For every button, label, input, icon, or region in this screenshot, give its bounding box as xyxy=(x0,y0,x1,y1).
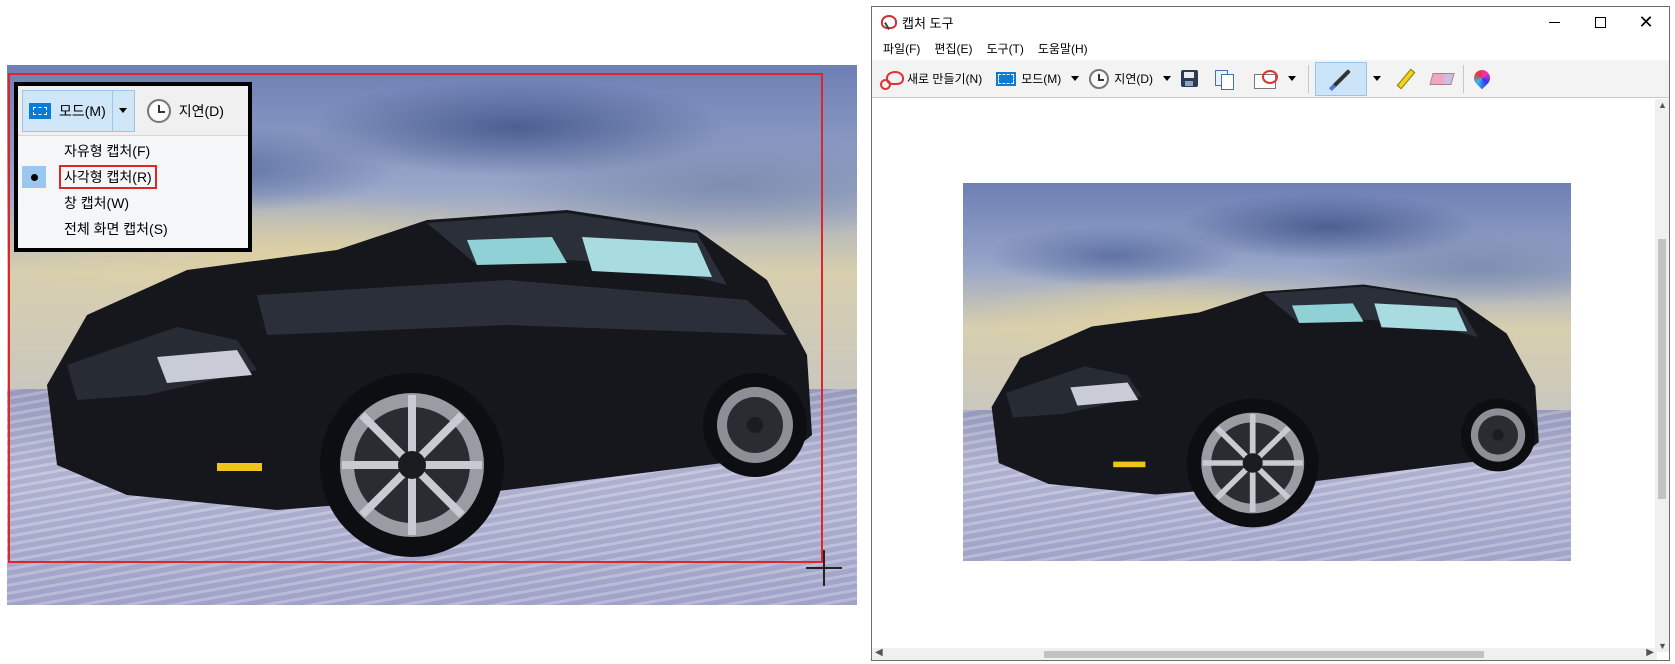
radio-checked-icon xyxy=(22,166,46,188)
vertical-scrollbar[interactable]: ▲ ▼ xyxy=(1655,99,1669,652)
scroll-down-icon[interactable]: ▼ xyxy=(1658,641,1667,651)
mode-dropdown-popup: 모드(M) 지연(D) 자유형 캡처(F) 사각형 캡처(R) 창 캡처(W) … xyxy=(14,82,252,252)
menu-help[interactable]: 도움말(H) xyxy=(1031,40,1095,57)
menu-edit[interactable]: 편집(E) xyxy=(927,40,979,57)
snip-canvas[interactable] xyxy=(872,99,1655,652)
maximize-icon xyxy=(1594,16,1606,28)
edit-with-paint3d-button[interactable] xyxy=(1470,64,1494,94)
toolbar-divider xyxy=(1308,64,1310,93)
highlighter-icon xyxy=(1396,68,1416,89)
popup-mode-button[interactable]: 모드(M) xyxy=(22,89,113,132)
scissors-icon xyxy=(880,69,904,90)
close-button[interactable]: ✕ xyxy=(1623,7,1669,37)
pen-button[interactable] xyxy=(1315,61,1368,96)
menu-tools[interactable]: 도구(T) xyxy=(979,40,1030,57)
menu-item-freeform-capture[interactable]: 자유형 캡처(F) xyxy=(18,138,248,164)
chevron-down-icon xyxy=(1071,76,1080,81)
save-button[interactable] xyxy=(1177,64,1202,94)
menu-bar: 파일(F) 편집(E) 도구(T) 도움말(H) xyxy=(872,37,1669,59)
crosshair-cursor-icon xyxy=(806,550,842,586)
eraser-button[interactable] xyxy=(1427,64,1457,94)
scroll-right-icon[interactable]: ▶ xyxy=(1646,647,1654,658)
menu-item-label-highlighted: 사각형 캡처(R) xyxy=(59,165,157,189)
popup-mode-label: 모드(M) xyxy=(59,102,106,119)
send-snip-button[interactable] xyxy=(1250,64,1282,94)
chevron-down-icon xyxy=(1288,76,1297,81)
delay-label: 지연(D) xyxy=(1114,72,1154,86)
clock-icon xyxy=(1089,68,1110,89)
pen-icon xyxy=(1331,68,1351,89)
menu-file[interactable]: 파일(F) xyxy=(876,40,927,57)
menu-item-window-capture[interactable]: 창 캡처(W) xyxy=(18,190,248,216)
maximize-button[interactable] xyxy=(1577,7,1623,37)
captured-car-image xyxy=(963,183,1571,561)
highlighter-button[interactable] xyxy=(1391,64,1421,94)
toolbar-divider xyxy=(1463,64,1465,93)
close-icon: ✕ xyxy=(1638,12,1654,32)
paint3d-icon xyxy=(1474,70,1490,88)
clock-icon xyxy=(146,98,171,123)
horizontal-scrollbar[interactable]: ◀ ▶ xyxy=(872,647,1657,660)
scroll-left-icon[interactable]: ◀ xyxy=(875,647,883,658)
minimize-button[interactable] xyxy=(1531,7,1577,37)
vertical-scroll-thumb[interactable] xyxy=(1658,239,1666,499)
menu-item-label: 창 캡처(W) xyxy=(64,195,130,211)
mode-label: 모드(M) xyxy=(1021,72,1062,86)
new-snip-button[interactable]: 새로 만들기(N) xyxy=(876,64,986,94)
menu-item-rectangle-capture[interactable]: 사각형 캡처(R) xyxy=(18,164,248,190)
delay-button[interactable]: 지연(D) xyxy=(1085,64,1157,94)
scroll-up-icon[interactable]: ▲ xyxy=(1658,100,1667,110)
pen-dropdown-arrow[interactable] xyxy=(1367,64,1387,94)
rectangle-mode-icon xyxy=(29,102,51,119)
popup-toolbar: 모드(M) 지연(D) xyxy=(18,86,248,136)
minimize-icon xyxy=(1548,21,1560,23)
popup-delay-label: 지연(D) xyxy=(178,102,224,119)
menu-item-label: 자유형 캡처(F) xyxy=(64,143,151,159)
chevron-down-icon xyxy=(119,108,128,113)
chevron-down-icon xyxy=(1373,76,1382,81)
send-snip-icon xyxy=(1254,69,1279,89)
delay-dropdown-arrow[interactable] xyxy=(1157,64,1177,94)
copy-button[interactable] xyxy=(1210,64,1238,94)
window-title: 캡처 도구 xyxy=(902,15,954,31)
car-graphic xyxy=(991,284,1539,528)
snipping-tool-icon xyxy=(880,14,897,30)
rectangle-mode-icon xyxy=(996,71,1017,86)
save-icon xyxy=(1181,70,1199,87)
new-snip-label: 새로 만들기(N) xyxy=(907,72,983,86)
eraser-icon xyxy=(1429,72,1455,85)
menu-item-label: 전체 화면 캡처(S) xyxy=(64,221,168,237)
snipping-tool-window: 캡처 도구 ✕ 파일(F) 편집(E) 도구(T) 도움말(H) 새로 만들기(… xyxy=(871,6,1670,661)
window-controls: ✕ xyxy=(1531,7,1669,37)
popup-delay-button[interactable]: 지연(D) xyxy=(146,98,224,123)
send-dropdown-arrow[interactable] xyxy=(1282,64,1302,94)
title-bar: 캡처 도구 ✕ xyxy=(872,7,1669,37)
chevron-down-icon xyxy=(1163,76,1172,81)
toolbar: 새로 만들기(N) 모드(M) 지연(D) xyxy=(872,60,1669,98)
menu-item-fullscreen-capture[interactable]: 전체 화면 캡처(S) xyxy=(18,216,248,242)
horizontal-scroll-thumb[interactable] xyxy=(1044,651,1484,658)
copy-icon xyxy=(1214,69,1235,90)
popup-mode-dropdown-arrow[interactable] xyxy=(112,89,135,132)
mode-menu: 자유형 캡처(F) 사각형 캡처(R) 창 캡처(W) 전체 화면 캡처(S) xyxy=(18,138,248,242)
mode-button[interactable]: 모드(M) xyxy=(992,64,1065,94)
mode-dropdown-arrow[interactable] xyxy=(1065,64,1085,94)
